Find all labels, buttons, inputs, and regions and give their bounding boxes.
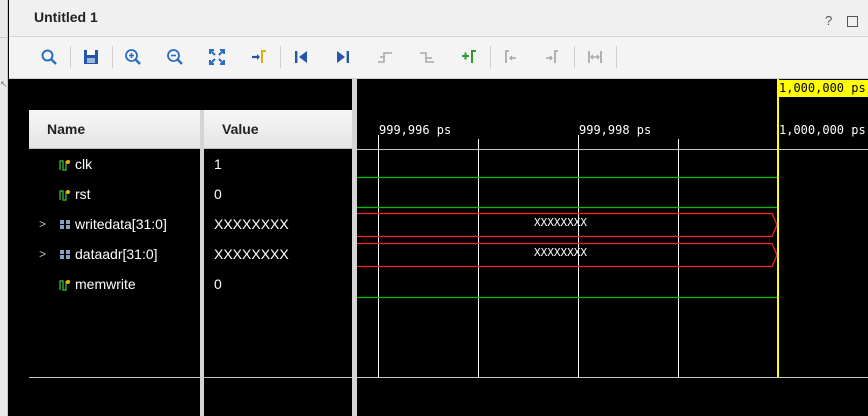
help-button[interactable]: ? bbox=[825, 13, 832, 28]
time-label: 1,000,000 ps bbox=[779, 123, 866, 137]
go-to-cursor-icon[interactable] bbox=[247, 45, 271, 69]
signal-row-dataadr[interactable]: > dataadr[31:0] XXXXXXXX bbox=[29, 239, 352, 269]
signal-value: 1 bbox=[214, 156, 222, 172]
signal-name: writedata[31:0] bbox=[75, 216, 167, 232]
bus-value-label: XXXXXXXX bbox=[534, 246, 587, 259]
cursor-time-label[interactable]: 1,000,000 ps bbox=[778, 80, 868, 97]
next-transition-icon[interactable] bbox=[415, 45, 439, 69]
swap-cursors-icon[interactable] bbox=[583, 45, 607, 69]
signal-name: memwrite bbox=[75, 276, 136, 292]
value-column-header[interactable]: Value bbox=[204, 110, 352, 149]
pane-bottom-divider bbox=[29, 377, 352, 378]
go-to-last-time-icon[interactable] bbox=[331, 45, 355, 69]
signal-row-writedata[interactable]: > writedata[31:0] XXXXXXXX bbox=[29, 209, 352, 239]
next-marker-icon[interactable] bbox=[541, 45, 565, 69]
name-column-header[interactable]: Name bbox=[29, 110, 200, 149]
zoom-fit-icon[interactable] bbox=[205, 45, 229, 69]
left-panel-edge[interactable]: ↖ bbox=[0, 0, 8, 416]
toolbar-separator bbox=[574, 46, 575, 68]
bit-signal-icon bbox=[59, 280, 70, 291]
collapse-arrow-icon[interactable]: ↖ bbox=[0, 80, 8, 89]
time-label: 999,996 ps bbox=[379, 123, 452, 137]
signal-row-clk[interactable]: clk 1 bbox=[29, 149, 352, 179]
bit-signal-icon bbox=[59, 160, 70, 171]
expand-chevron-icon[interactable]: > bbox=[39, 239, 49, 269]
panel-divider bbox=[0, 37, 8, 38]
signal-row-rst[interactable]: rst 0 bbox=[29, 179, 352, 209]
signal-value: 0 bbox=[214, 276, 222, 292]
toolbar-separator bbox=[112, 46, 113, 68]
waveform-viewer-window: ↖ Untitled 1 ? Name Value clk 1 rst 0 > … bbox=[0, 0, 868, 416]
expand-chevron-icon[interactable]: > bbox=[39, 209, 49, 239]
signal-name: rst bbox=[75, 186, 91, 202]
toolbar-separator bbox=[280, 46, 281, 68]
title-bar: Untitled 1 ? bbox=[9, 0, 868, 37]
add-marker-icon[interactable] bbox=[457, 45, 481, 69]
toolbar-separator bbox=[616, 46, 617, 68]
zoom-in-icon[interactable] bbox=[121, 45, 145, 69]
window-title: Untitled 1 bbox=[34, 9, 98, 25]
signal-value: XXXXXXXX bbox=[214, 216, 289, 232]
time-label: 999,998 ps bbox=[579, 123, 652, 137]
signal-name: clk bbox=[75, 156, 93, 172]
bus-signal-icon bbox=[60, 220, 70, 229]
toolbar-separator bbox=[490, 46, 491, 68]
signal-name: dataadr[31:0] bbox=[75, 246, 158, 262]
zoom-out-icon[interactable] bbox=[163, 45, 187, 69]
toolbar bbox=[9, 37, 868, 79]
signal-value: XXXXXXXX bbox=[214, 246, 289, 262]
go-to-time-zero-icon[interactable] bbox=[289, 45, 313, 69]
bus-signal-icon bbox=[60, 250, 70, 259]
maximize-icon[interactable] bbox=[847, 16, 858, 27]
previous-transition-icon[interactable] bbox=[373, 45, 397, 69]
bit-signal-icon bbox=[59, 190, 70, 201]
previous-marker-icon[interactable] bbox=[499, 45, 523, 69]
save-icon[interactable] bbox=[79, 45, 103, 69]
toolbar-separator bbox=[70, 46, 71, 68]
signal-list-pane: Name Value clk 1 rst 0 > writedata[31:0]… bbox=[29, 79, 352, 416]
signal-row-memwrite[interactable]: memwrite 0 bbox=[29, 269, 352, 299]
waveform-pane[interactable]: 1,000,000 ps 999,996 ps 999,998 ps 1,000… bbox=[357, 79, 868, 416]
search-icon[interactable] bbox=[37, 45, 61, 69]
bus-value-label: XXXXXXXX bbox=[534, 216, 587, 229]
signal-value: 0 bbox=[214, 186, 222, 202]
